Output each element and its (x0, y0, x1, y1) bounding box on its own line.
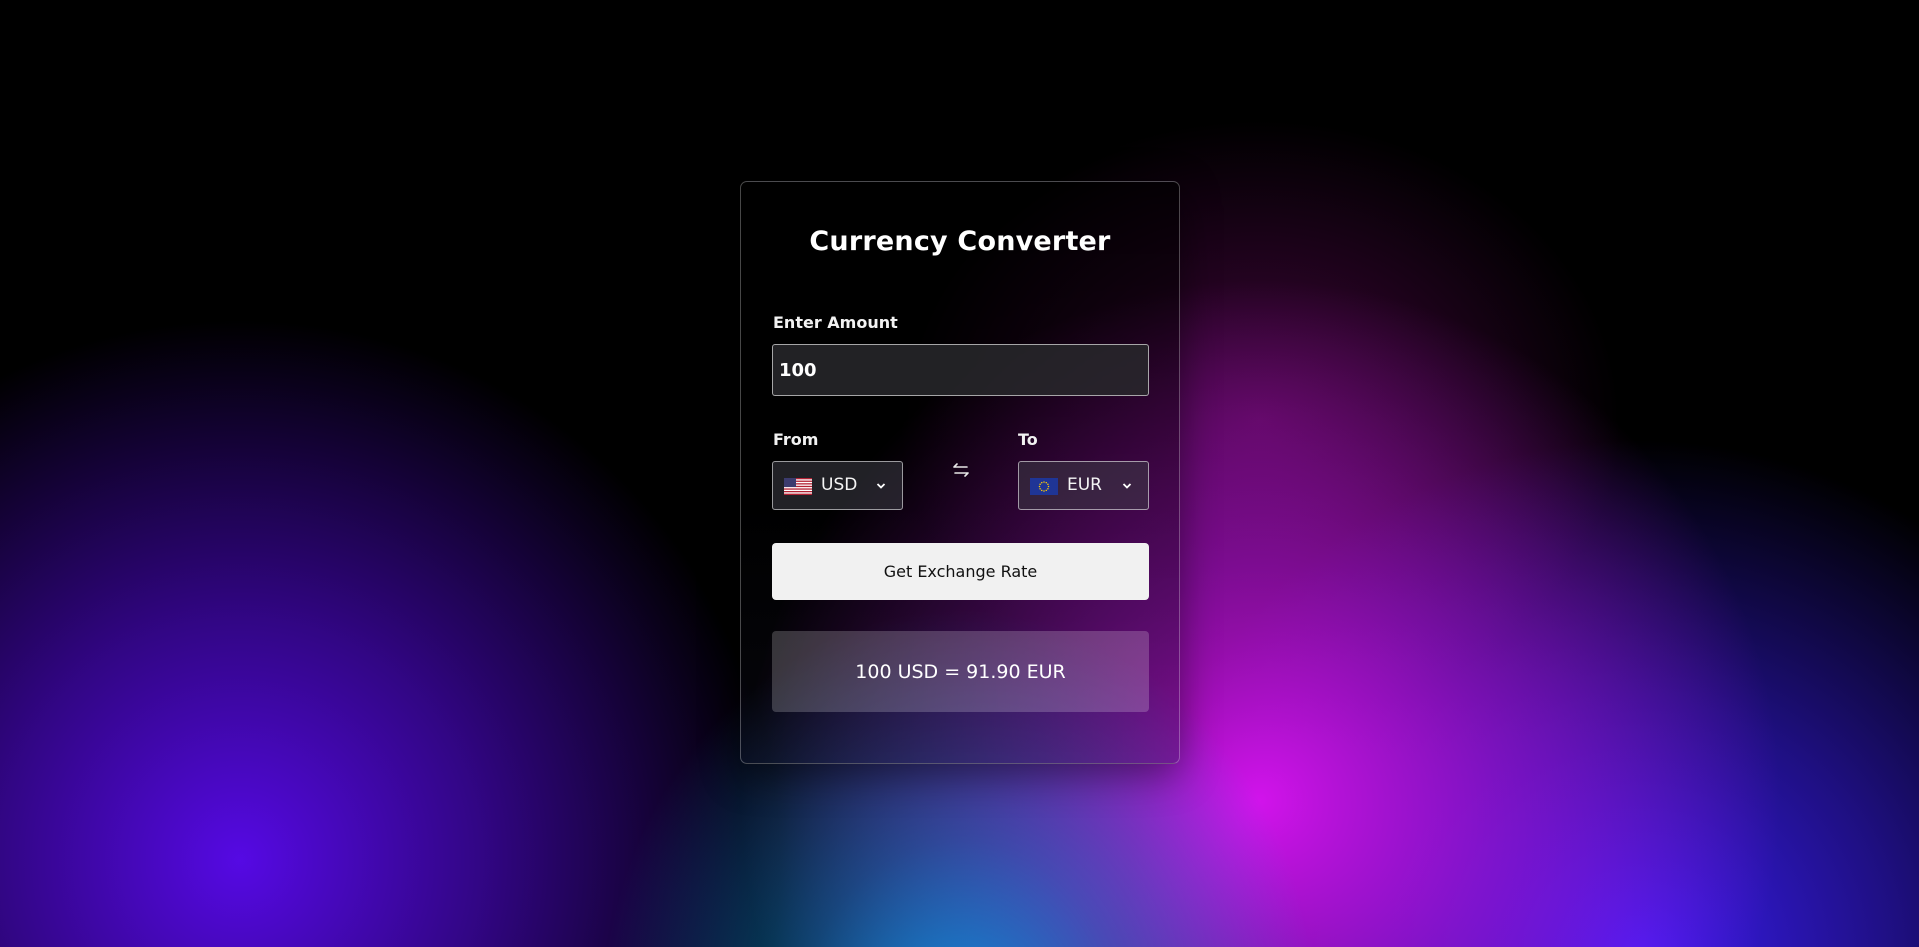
page-title: Currency Converter (809, 226, 1111, 257)
to-currency-select[interactable]: EUR (1018, 461, 1149, 510)
exchange-result: 100 USD = 91.90 EUR (772, 631, 1149, 712)
from-currency-select[interactable]: USD (772, 461, 903, 510)
get-exchange-rate-button[interactable]: Get Exchange Rate (772, 543, 1149, 600)
from-label: From (773, 430, 819, 449)
to-currency-code: EUR (1067, 475, 1102, 495)
amount-label: Enter Amount (773, 313, 898, 332)
result-text: 100 USD = 91.90 EUR (855, 660, 1066, 683)
us-flag-icon (784, 478, 812, 495)
eu-flag-icon (1030, 478, 1058, 495)
from-currency-code: USD (821, 475, 858, 495)
chevron-down-icon (876, 483, 886, 489)
amount-input[interactable] (772, 344, 1149, 396)
swap-arrows-icon[interactable] (949, 458, 973, 482)
converter-card: Currency Converter Enter Amount From USD… (740, 181, 1180, 764)
to-label: To (1018, 430, 1038, 449)
chevron-down-icon (1122, 483, 1132, 489)
